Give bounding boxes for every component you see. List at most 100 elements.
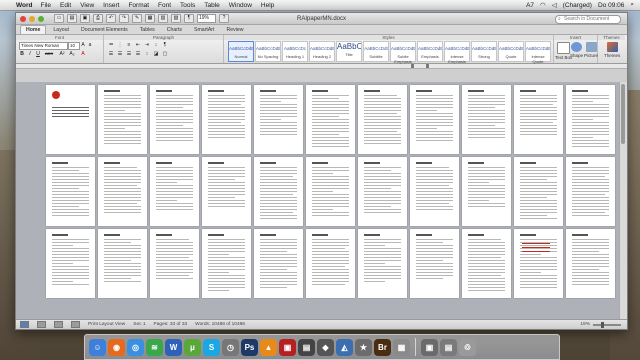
page-thumbnail[interactable]	[254, 229, 303, 298]
page-thumbnail[interactable]	[462, 229, 511, 298]
battery-status[interactable]: (Charged)	[563, 2, 592, 9]
menu-format[interactable]: Format	[128, 2, 149, 9]
style-normal[interactable]: AaBbCcDdEe Normal	[228, 41, 254, 62]
menu-tools[interactable]: Tools	[180, 2, 195, 9]
table-icon[interactable]: ▦	[145, 14, 155, 23]
menu-view[interactable]: View	[80, 2, 94, 9]
bold-button[interactable]: B	[19, 51, 25, 57]
menubar-clock[interactable]: Do 09:06	[598, 2, 624, 9]
flashcards-icon[interactable]: ▣	[279, 338, 296, 356]
page-thumbnail[interactable]	[514, 229, 563, 298]
page-thumbnail[interactable]	[98, 157, 147, 226]
superscript-button[interactable]: A²	[58, 51, 66, 57]
grow-font-icon[interactable]: A	[80, 42, 86, 48]
style-subtle-emphasis[interactable]: AaBbCcDdEe Subtle Emphasis	[390, 41, 416, 64]
shape-button[interactable]: Shape	[570, 42, 583, 58]
print-layout-view-icon[interactable]	[20, 321, 29, 328]
page-thumbnail[interactable]	[566, 157, 615, 226]
sort-icon[interactable]: ↕	[153, 42, 159, 48]
page-thumbnail[interactable]	[98, 229, 147, 298]
horizontal-ruler[interactable]	[16, 64, 627, 69]
page-thumbnail[interactable]	[514, 85, 563, 154]
word-icon[interactable]: W	[165, 338, 182, 356]
vertical-scrollbar[interactable]	[619, 82, 627, 319]
shading-icon[interactable]: ◪	[153, 51, 159, 57]
page-thumbnail[interactable]	[150, 229, 199, 298]
focus-view-icon[interactable]	[71, 321, 80, 328]
style-intense-quote[interactable]: AaBbCcDdEe Intense Quote	[525, 41, 551, 64]
spotlight-icon[interactable]: ⌕	[630, 1, 634, 9]
silverlight-icon[interactable]: ◆	[317, 338, 334, 356]
increase-indent-icon[interactable]: ⇥	[144, 42, 150, 48]
save-icon[interactable]: ▣	[80, 14, 90, 23]
spotify-icon[interactable]: ≋	[146, 338, 163, 356]
page-thumbnail[interactable]	[566, 85, 615, 154]
page-thumbnail[interactable]	[254, 85, 303, 154]
tab-review[interactable]: Review	[221, 26, 248, 34]
page-thumbnail[interactable]	[202, 229, 251, 298]
show-formatting-icon[interactable]: ¶	[162, 42, 168, 48]
close-window-button[interactable]	[20, 15, 26, 22]
imovie-icon[interactable]: ★	[355, 338, 372, 356]
wifi-icon[interactable]: ◠	[540, 1, 546, 9]
pilcrow-icon[interactable]: ¶	[184, 14, 194, 23]
tab-home[interactable]: Home	[20, 25, 47, 34]
open-icon[interactable]: ▤	[67, 14, 77, 23]
print-icon[interactable]: ⎙	[93, 14, 103, 23]
sidebar-icon[interactable]: ▥	[158, 14, 168, 23]
zoom-field[interactable]: 19%	[197, 14, 216, 23]
clock-icon[interactable]: ◷	[222, 338, 239, 356]
page-thumbnail[interactable]	[410, 85, 459, 154]
page-thumbnail[interactable]	[150, 157, 199, 226]
page-thumbnail[interactable]	[358, 157, 407, 226]
page-thumbnail[interactable]	[462, 157, 511, 226]
decrease-indent-icon[interactable]: ⇤	[135, 42, 141, 48]
page-thumbnail[interactable]	[202, 85, 251, 154]
menu-app-name[interactable]: Word	[16, 2, 33, 9]
outline-view-icon[interactable]	[37, 321, 46, 328]
line-spacing-icon[interactable]: ↕	[144, 51, 150, 57]
page-thumbnail[interactable]	[46, 157, 95, 226]
firefox-icon[interactable]: ◉	[108, 338, 125, 356]
strikethrough-button[interactable]: ABC	[43, 51, 55, 56]
menu-insert[interactable]: Insert	[103, 2, 119, 9]
font-size-select[interactable]: 10	[68, 42, 80, 50]
menu-help[interactable]: Help	[261, 2, 274, 9]
style-heading-2[interactable]: AaBbCcDdEe Heading 2	[309, 41, 335, 62]
word-count[interactable]: Words: 10488 of 10488	[195, 322, 245, 327]
preview-icon[interactable]: ▦	[393, 338, 410, 356]
font-name-select[interactable]: Times New Roman	[19, 42, 68, 50]
page-thumbnail[interactable]	[410, 157, 459, 226]
safari-icon[interactable]: ◎	[127, 338, 144, 356]
downloads-stack-icon[interactable]: ▣	[421, 338, 438, 356]
gallery-icon[interactable]: ▧	[171, 14, 181, 23]
help-icon[interactable]: ?	[219, 14, 229, 23]
page-thumbnail[interactable]	[46, 229, 95, 298]
picture-button[interactable]: Picture	[584, 42, 598, 58]
redo-icon[interactable]: ↷	[119, 14, 129, 23]
scrollbar-thumb[interactable]	[621, 84, 625, 144]
page-thumbnail[interactable]	[514, 157, 563, 226]
ruler-right-marker[interactable]	[426, 64, 429, 68]
trash-icon[interactable]: ♲	[459, 338, 476, 356]
menu-table[interactable]: Table	[204, 2, 220, 9]
subscript-button[interactable]: A₂	[68, 51, 76, 57]
style-intense-emphasis[interactable]: AaBbCcDdEe Intense Emphasis	[444, 41, 470, 64]
menu-window[interactable]: Window	[229, 2, 252, 9]
menu-font[interactable]: Font	[158, 2, 171, 9]
align-right-icon[interactable]: ☰	[126, 51, 132, 57]
zoom-slider-knob[interactable]	[601, 321, 604, 328]
style-strong[interactable]: AaBbCcDdE Strong	[471, 41, 497, 62]
align-center-icon[interactable]: ☰	[117, 51, 123, 57]
page-thumbnail[interactable]	[46, 85, 95, 154]
new-document-icon[interactable]: ▭	[54, 14, 64, 23]
style-subtitle[interactable]: AaBbCcDdt Subtitle	[363, 41, 389, 62]
page-thumbnail[interactable]	[202, 157, 251, 226]
borders-icon[interactable]: ▢	[162, 51, 168, 57]
page-thumbnail[interactable]	[306, 85, 355, 154]
volume-icon[interactable]: ◁	[552, 1, 557, 9]
multilevel-list-icon[interactable]: ≡	[126, 42, 132, 48]
ruler-indent-marker[interactable]	[411, 64, 414, 68]
font-color-button[interactable]: A	[80, 51, 86, 57]
numbering-icon[interactable]: ⋮	[117, 42, 123, 48]
